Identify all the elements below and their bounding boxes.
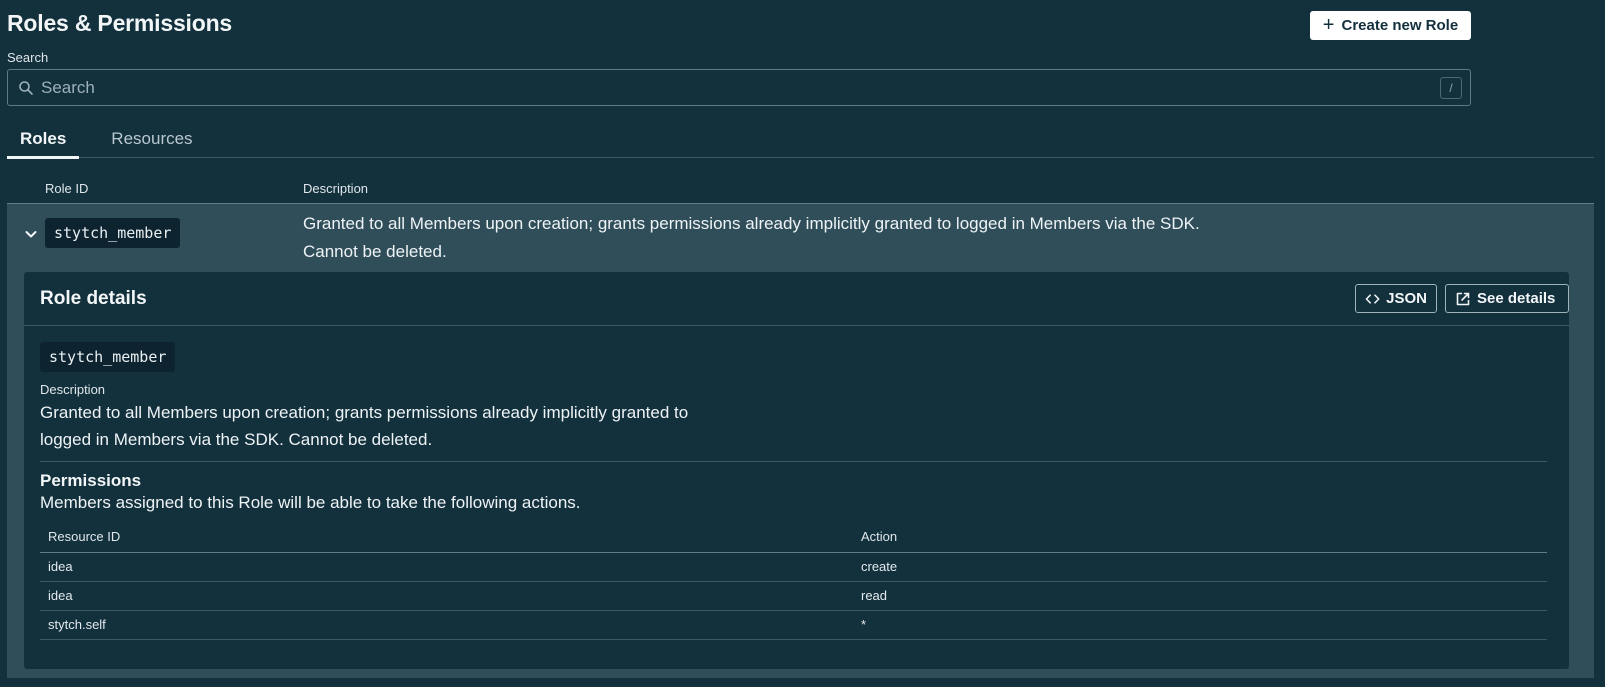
role-details-title: Role details xyxy=(40,288,147,309)
section-divider xyxy=(40,461,1547,462)
permission-action: * xyxy=(853,610,1547,640)
chevron-down-icon[interactable] xyxy=(23,226,39,242)
tab-resources[interactable]: Resources xyxy=(98,120,205,158)
search-label: Search xyxy=(7,50,49,65)
create-new-role-button[interactable]: + Create new Role xyxy=(1310,11,1471,40)
page-title: Roles & Permissions xyxy=(7,10,233,36)
role-details-header: Role details JSON See details xyxy=(24,272,1569,326)
external-link-icon xyxy=(1456,292,1470,305)
role-id-code: stytch_member xyxy=(45,218,181,248)
permission-resource-id: idea xyxy=(40,552,853,582)
permission-row: idea create xyxy=(40,552,1547,582)
see-details-button[interactable]: See details xyxy=(1445,284,1569,313)
details-description: Granted to all Members upon creation; gr… xyxy=(40,403,689,449)
plus-icon: + xyxy=(1322,13,1335,36)
json-button-label: JSON xyxy=(1386,290,1427,307)
permissions-header-row: Resource ID Action xyxy=(40,522,1547,553)
column-header-description: Description xyxy=(303,181,369,196)
role-description: Granted to all Members upon creation; gr… xyxy=(303,214,1200,261)
column-header-resource-id: Resource ID xyxy=(40,522,853,553)
roles-table-header: Role ID Description xyxy=(7,176,1594,203)
permission-row: idea read xyxy=(40,581,1547,611)
permissions-subtitle: Members assigned to this Role will be ab… xyxy=(40,493,581,512)
permission-action: read xyxy=(853,581,1547,611)
search-field[interactable]: / xyxy=(7,69,1471,106)
search-input[interactable] xyxy=(34,70,1440,105)
details-role-id-code: stytch_member xyxy=(40,342,176,372)
permission-resource-id: idea xyxy=(40,581,853,611)
description-label: Description xyxy=(40,382,106,397)
permission-action: create xyxy=(853,552,1547,582)
permission-resource-id: stytch.self xyxy=(40,610,853,640)
code-icon xyxy=(1365,293,1380,304)
json-button[interactable]: JSON xyxy=(1355,284,1437,313)
permission-row: stytch.self * xyxy=(40,610,1547,640)
role-details-body: stytch_member Description Granted to all… xyxy=(40,342,1547,640)
see-details-button-label: See details xyxy=(1477,290,1556,307)
column-header-role-id: Role ID xyxy=(45,181,89,196)
role-row[interactable]: stytch_member Granted to all Members upo… xyxy=(7,203,1594,678)
tab-bar: Roles Resources xyxy=(7,120,1594,159)
role-details-panel: Role details JSON See details stytch_mem… xyxy=(24,272,1569,669)
column-header-action: Action xyxy=(853,522,1547,553)
roles-permissions-page: Roles & Permissions + Create new Role Se… xyxy=(0,0,1605,687)
search-icon xyxy=(19,80,33,95)
tab-roles[interactable]: Roles xyxy=(7,120,80,159)
permissions-table: Resource ID Action idea create idea read xyxy=(40,522,1547,640)
create-new-role-label: Create new Role xyxy=(1341,17,1459,34)
permissions-title: Permissions xyxy=(40,471,142,490)
keyboard-shortcut-hint: / xyxy=(1440,76,1462,99)
